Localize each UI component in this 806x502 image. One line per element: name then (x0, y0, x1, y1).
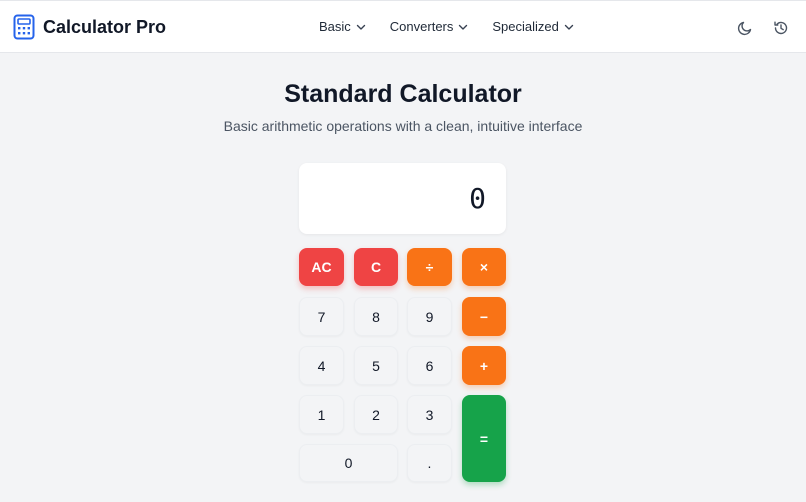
decimal-button[interactable]: . (407, 444, 452, 482)
chevron-down-icon (356, 24, 365, 30)
top-navbar: Calculator Pro Basic Converters Speciali… (0, 0, 806, 53)
nav-item-converters[interactable]: Converters (390, 19, 469, 34)
digit-0-button[interactable]: 0 (299, 444, 398, 482)
calculator-display: 0 (299, 163, 506, 234)
all-clear-button[interactable]: AC (299, 248, 344, 286)
display-value: 0 (469, 182, 486, 215)
clear-button[interactable]: C (354, 248, 398, 286)
digit-9-button[interactable]: 9 (407, 297, 452, 336)
page-title: Standard Calculator (284, 80, 522, 108)
digit-8-button[interactable]: 8 (354, 297, 398, 336)
nav-item-label: Converters (389, 19, 454, 34)
calculator-icon (13, 14, 35, 40)
brand-name: Calculator Pro (43, 16, 167, 37)
divide-button[interactable]: ÷ (407, 248, 452, 286)
nav-item-basic[interactable]: Basic (319, 19, 366, 34)
digit-1-button[interactable]: 1 (299, 395, 344, 434)
page-subtitle: Basic arithmetic operations with a clean… (223, 118, 583, 134)
digit-3-button[interactable]: 3 (407, 395, 452, 434)
nav-item-label: Basic (319, 19, 351, 34)
digit-7-button[interactable]: 7 (299, 297, 344, 336)
digit-2-button[interactable]: 2 (354, 395, 398, 434)
theme-toggle-button[interactable] (736, 19, 754, 37)
nav-item-specialized[interactable]: Specialized (492, 19, 574, 34)
chevron-down-icon (459, 24, 468, 30)
nav-actions (718, 19, 790, 37)
nav-item-label: Specialized (492, 19, 559, 34)
brand[interactable]: Calculator Pro (13, 14, 166, 40)
add-button[interactable]: + (462, 346, 506, 385)
multiply-button[interactable]: × (462, 248, 506, 286)
subtract-button[interactable]: − (462, 297, 506, 336)
equals-button[interactable]: = (462, 395, 506, 482)
history-icon (774, 21, 788, 35)
nav-menu: Basic Converters Specialized (319, 19, 598, 34)
digit-6-button[interactable]: 6 (407, 346, 452, 385)
history-button[interactable] (772, 19, 790, 37)
digit-4-button[interactable]: 4 (299, 346, 344, 385)
moon-icon (737, 21, 752, 36)
chevron-down-icon (564, 24, 574, 30)
digit-5-button[interactable]: 5 (354, 346, 398, 385)
